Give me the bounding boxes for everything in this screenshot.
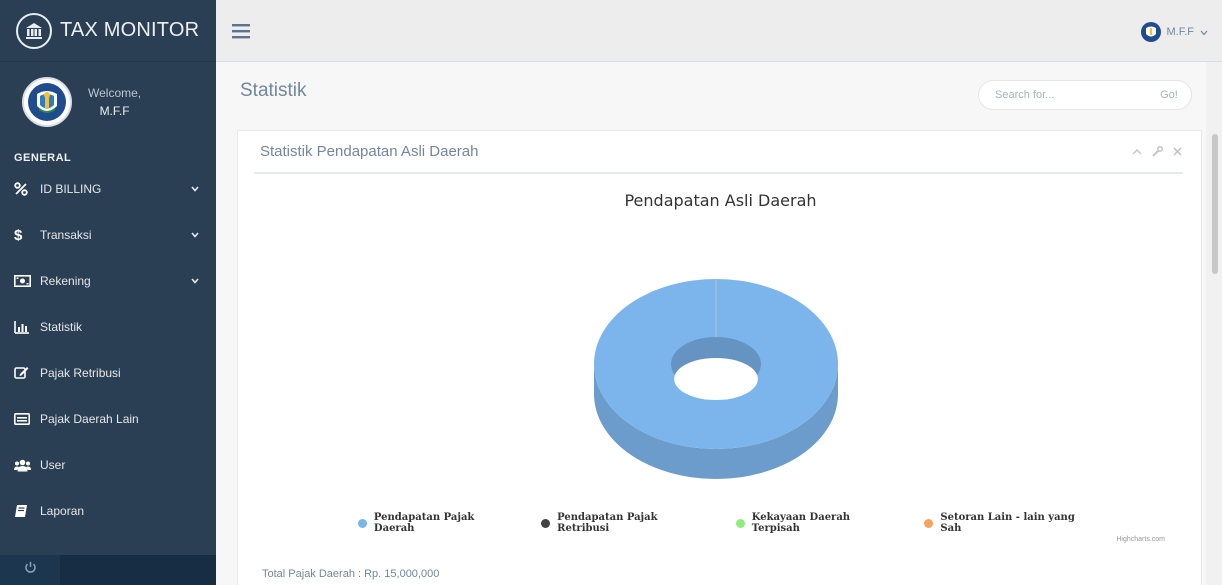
avatar[interactable] (22, 77, 72, 127)
legend-label: Pendapatan Pajak Daerah (373, 512, 475, 534)
user-menu[interactable]: M.F.F (1140, 22, 1209, 42)
scroll-thumb[interactable] (1212, 134, 1218, 274)
avatar (1140, 22, 1161, 42)
sidebar-item-label: Statistik (40, 320, 83, 334)
profile-name: M.F.F (99, 104, 130, 118)
sidebar-item-label: Transaksi (40, 228, 92, 242)
statistik-panel: Statistik Pendapatan Asli Daerah Pendapa… (237, 130, 1202, 585)
sidebar-item-transaksi[interactable]: $ Transaksi (0, 212, 216, 258)
legend-dot (924, 518, 934, 528)
search-go-button[interactable]: Go! (1147, 81, 1191, 109)
chart-legend: Pendapatan Pajak Daerah Pendapatan Pajak… (358, 512, 1098, 534)
sidebar-menu: ID BILLING $ Transaksi Rekening Statisti… (0, 166, 216, 534)
card-icon (14, 411, 34, 427)
legend-dot (358, 518, 367, 528)
sidebar-item-label: Rekening (40, 274, 91, 288)
sidebar-item-label: Laporan (40, 504, 85, 518)
legend-item[interactable]: Setoran Lain - lain yang Sah (924, 512, 1098, 534)
legend-item[interactable]: Pendapatan Pajak Daerah (358, 512, 517, 534)
chevron-down-icon (190, 184, 200, 194)
sidebar-item-pajak-retribusi[interactable]: Pajak Retribusi (0, 350, 216, 396)
legend-label: Pendapatan Pajak Retribusi (557, 512, 658, 534)
sidebar-item-id-billing[interactable]: ID BILLING (0, 166, 216, 212)
menu-section-title: GENERAL (14, 152, 72, 164)
power-icon (24, 561, 37, 579)
sidebar: TAX MONITOR Welcome, M.F.F GENERAL ID BI… (0, 0, 216, 585)
legend-item[interactable]: Pendapatan Pajak Retribusi (541, 512, 712, 534)
sidebar-item-label: Pajak Daerah Lain (40, 412, 139, 426)
legend-item[interactable]: Kekayaan Daerah Terpisah (735, 512, 901, 534)
page-scrollbar[interactable] (1206, 62, 1222, 585)
legend-dot (541, 518, 551, 528)
search-box: Go! (978, 80, 1192, 110)
dollar-icon: $ (14, 226, 23, 244)
logout-button[interactable] (0, 555, 60, 585)
page-title: Statistik (240, 80, 307, 101)
donut-chart (594, 279, 838, 479)
bar-chart-icon (14, 319, 34, 335)
sidebar-item-label: Pajak Retribusi (40, 366, 121, 380)
chart-credits[interactable]: Highcharts.com (1116, 536, 1165, 543)
sidebar-item-rekening[interactable]: Rekening (0, 258, 216, 304)
percent-icon (14, 181, 34, 197)
sidebar-item-label: ID BILLING (40, 182, 102, 196)
users-icon (14, 457, 34, 473)
legend-label: Kekayaan Daerah Terpisah (751, 512, 851, 534)
book-icon (14, 503, 34, 519)
chevron-down-icon (190, 276, 200, 286)
sidebar-item-user[interactable]: User (0, 442, 216, 488)
sidebar-item-label: User (40, 458, 66, 472)
sidebar-footer (0, 555, 216, 585)
welcome-text: Welcome, (88, 86, 142, 100)
top-navbar: M.F.F (216, 0, 1222, 62)
welcome-block: Welcome, M.F.F (88, 84, 141, 120)
search-input[interactable] (979, 81, 1147, 109)
edit-icon (14, 365, 34, 381)
sidebar-item-laporan[interactable]: Laporan (0, 488, 216, 534)
legend-label: Setoran Lain - lain yang Sah (940, 512, 1075, 534)
profile: Welcome, M.F.F (0, 62, 216, 142)
chevron-down-icon (190, 230, 200, 240)
menu-toggle-icon[interactable] (232, 22, 252, 40)
chevron-down-icon (1200, 23, 1208, 41)
total-text: Total Pajak Daerah : Rp. 15,000,000 (262, 568, 440, 580)
brand[interactable]: TAX MONITOR (0, 0, 216, 62)
bank-icon (16, 12, 52, 49)
sidebar-item-statistik[interactable]: Statistik (0, 304, 216, 350)
money-bill-icon (14, 273, 34, 289)
user-name: M.F.F (1166, 26, 1195, 38)
sidebar-item-pajak-daerah-lain[interactable]: Pajak Daerah Lain (0, 396, 216, 442)
donut-hole (674, 357, 758, 401)
legend-dot (735, 518, 745, 528)
brand-title: TAX MONITOR (60, 19, 200, 41)
